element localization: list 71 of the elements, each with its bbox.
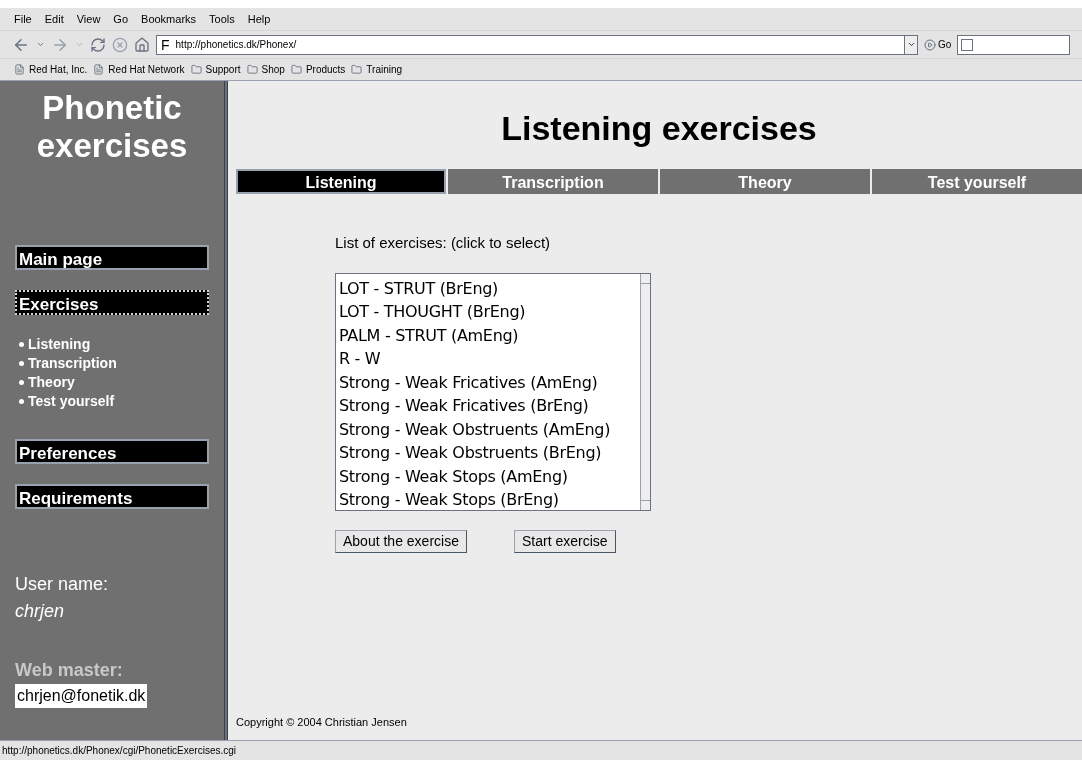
bookmark-link[interactable]: Products: [290, 62, 346, 77]
exercise-option[interactable]: Strong - Weak Obstruents (BrEng): [339, 441, 640, 465]
exercise-option[interactable]: LOT - THOUGHT (BrEng): [339, 300, 640, 324]
address-field[interactable]: F http://phonetics.dk/Phonex/: [156, 34, 918, 55]
copyright-text: Copyright © 2004 Christian Jensen: [236, 714, 408, 730]
reload-icon[interactable]: [90, 36, 106, 53]
user-name: chrjen: [15, 600, 66, 623]
url-text: http://phonetics.dk/Phonex/: [175, 38, 298, 52]
folder-icon: [351, 64, 363, 75]
bullet-icon: [19, 380, 24, 385]
exercise-option[interactable]: Strong - Weak Fricatives (BrEng): [339, 394, 640, 418]
nav-link[interactable]: Main page: [15, 245, 209, 270]
tab[interactable]: Theory: [660, 169, 870, 194]
history-dropdown[interactable]: [904, 35, 917, 54]
nav-sublink[interactable]: Listening: [19, 335, 209, 354]
action-button[interactable]: About the exercise: [335, 529, 467, 553]
tab[interactable]: Transcription: [448, 169, 658, 194]
page-icon: [93, 64, 105, 75]
nav-sublink[interactable]: Transcription: [19, 354, 209, 373]
site-icon: F: [161, 37, 170, 52]
site-title: Phonetic exercises: [35, 89, 189, 165]
stop-icon[interactable]: [112, 36, 128, 53]
nav-sublink[interactable]: Test yourself: [19, 392, 209, 411]
exercise-option[interactable]: Strong - Weak Obstruents (AmEng): [339, 417, 640, 441]
action-button[interactable]: Start exercise: [513, 529, 616, 553]
bookmark-link[interactable]: Red Hat, Inc.: [14, 62, 88, 77]
exercise-option[interactable]: Strong - Weak Stops (AmEng): [339, 464, 640, 488]
nav-link[interactable]: Exercises: [15, 290, 209, 315]
exercise-option[interactable]: Strong - Weak Stops (BrEng): [339, 488, 640, 510]
exercise-option[interactable]: LOT - STRUT (BrEng): [339, 276, 640, 300]
email-link[interactable]: chrjen@fonetik.dk: [15, 684, 148, 708]
menu-item[interactable]: Bookmarks: [141, 10, 197, 28]
bookmark-link[interactable]: Support: [190, 62, 241, 77]
folder-icon: [190, 64, 202, 75]
search-engine-icon: [961, 38, 974, 51]
scrollbar[interactable]: [640, 273, 650, 510]
exercise-listbox[interactable]: [335, 272, 651, 511]
tab[interactable]: Test yourself: [872, 169, 1082, 194]
menu-item[interactable]: Edit: [44, 10, 64, 28]
webmaster-label: Web master:: [15, 659, 124, 682]
page-title: Listening exercises: [500, 108, 818, 149]
menu-item[interactable]: File: [14, 10, 32, 28]
bookmark-link[interactable]: Shop: [246, 62, 285, 77]
page-icon: [14, 64, 25, 75]
menu-item[interactable]: View: [76, 10, 101, 28]
search-field[interactable]: [957, 34, 1070, 55]
tab[interactable]: Listening: [236, 169, 446, 194]
folder-icon: [246, 64, 258, 75]
list-label: List of exercises: (click to select): [335, 233, 552, 253]
nav-link[interactable]: Requirements: [15, 484, 209, 509]
folder-icon: [290, 64, 302, 75]
bullet-icon: [19, 342, 24, 347]
go-button[interactable]: Go: [924, 37, 952, 52]
exercise-option[interactable]: PALM - STRUT (AmEng): [339, 323, 640, 347]
play-icon: [924, 38, 936, 51]
menu-item[interactable]: Help: [247, 10, 271, 28]
exercise-option[interactable]: Strong - Weak Fricatives (AmEng): [339, 370, 640, 394]
bookmark-link[interactable]: Red Hat Network: [93, 62, 185, 77]
home-icon[interactable]: [134, 36, 150, 53]
exercise-option[interactable]: R - W: [339, 347, 640, 371]
nav-link[interactable]: Preferences: [15, 439, 209, 464]
user-label: User name:: [15, 573, 110, 596]
menu-item[interactable]: Tools: [209, 10, 235, 28]
nav-sublink[interactable]: Theory: [19, 373, 209, 392]
dropdown-icon: [906, 40, 916, 49]
dropdown-icon[interactable]: [36, 40, 45, 49]
bullet-icon: [19, 361, 24, 366]
menu-item[interactable]: Go: [113, 10, 129, 28]
bookmark-link[interactable]: Training: [351, 62, 403, 77]
status-bar: http://phonetics.dk/Phonex/cgi/PhoneticExercises.cgi: [0, 740, 1082, 760]
bullet-icon: [19, 399, 24, 404]
